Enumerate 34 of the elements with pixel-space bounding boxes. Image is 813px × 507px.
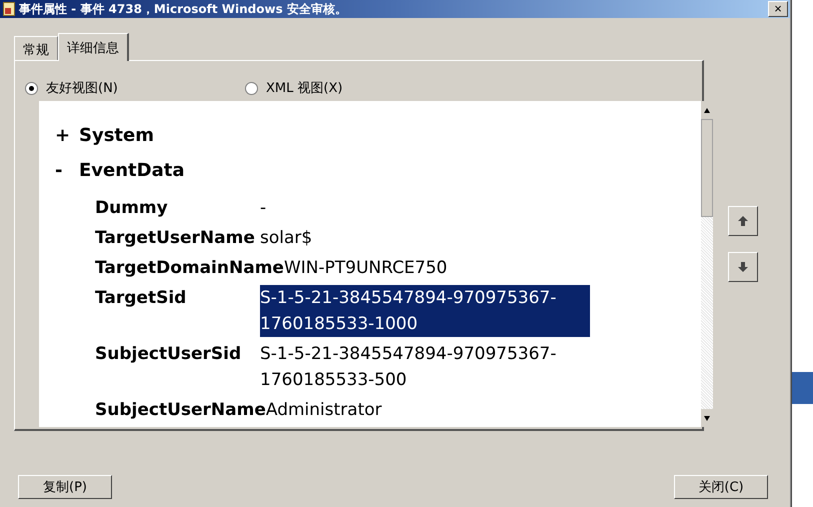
- radio-label[interactable]: 友好视图(N): [46, 79, 118, 97]
- expand-toggle[interactable]: +: [55, 125, 79, 146]
- dialog-button[interactable]: 复制(P): [18, 475, 112, 499]
- document-icon: [3, 2, 15, 16]
- previous-button[interactable]: [728, 206, 758, 236]
- radio-label[interactable]: XML 视图(X): [266, 79, 343, 97]
- next-button[interactable]: [728, 252, 758, 282]
- field-name: Dummy: [95, 197, 169, 220]
- down-arrow-icon: [737, 261, 749, 273]
- radio-button[interactable]: [245, 82, 258, 94]
- scroll-up-icon: [704, 108, 710, 112]
- field-value: WIN-PT9UNRCE750: [284, 257, 448, 280]
- field-name: SubjectUserSid: [95, 343, 242, 366]
- tab[interactable]: 详细信息: [58, 33, 129, 61]
- field-name: TargetUserName: [95, 227, 256, 250]
- field-name: SubjectUserName: [95, 399, 266, 422]
- close-button[interactable]: ×: [768, 1, 788, 17]
- expand-toggle[interactable]: -: [55, 160, 79, 181]
- field-value: solar$: [260, 227, 312, 250]
- up-arrow-icon: [737, 215, 749, 227]
- field-value: Administrator: [266, 399, 382, 422]
- scroll-down-icon: [704, 416, 710, 420]
- field-value: S-1-5-21-3845547894-970975367-1760185533-500: [260, 343, 558, 392]
- tab[interactable]: 常规: [14, 36, 58, 60]
- tree-node-label[interactable]: EventData: [79, 160, 184, 181]
- field-name: TargetSid: [95, 287, 188, 310]
- field-value: S-1-5-21-3845547894-970975367-1760185533-1000: [260, 285, 590, 337]
- dialog-button[interactable]: 关闭(C): [674, 475, 768, 499]
- window-title: 事件属性 - 事件 4738，Microsoft Windows 安全审核。: [19, 0, 348, 18]
- vertical-scrollbar[interactable]: [701, 101, 713, 427]
- tree-node-label[interactable]: System: [79, 125, 154, 146]
- radio-button[interactable]: [25, 82, 38, 94]
- field-name: TargetDomainName: [95, 257, 284, 280]
- field-value: -: [260, 197, 266, 220]
